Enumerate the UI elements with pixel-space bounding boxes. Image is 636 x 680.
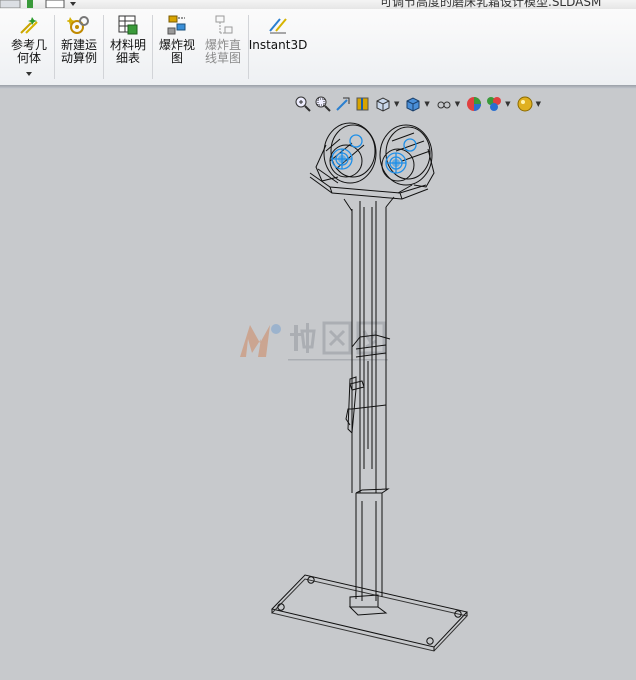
window-title: 可调节高度的磨床乳霜设计模型.SLDASM [380,0,602,9]
explode-line-sketch-icon [215,15,233,34]
explode-line-sketch-button[interactable]: 爆炸直 线草图 [200,9,246,85]
exploded-view-button[interactable]: 爆炸视 图 [155,9,199,85]
reference-geometry-button[interactable]: 参考几 何体 [6,9,52,85]
assembly-model-wireframe[interactable] [0,89,636,680]
instant3d-button[interactable]: Instant3D [248,9,308,85]
bill-of-materials-button[interactable]: 材料明 细表 [106,9,150,85]
reference-geometry-icon [20,17,38,34]
ribbon-separator [54,15,55,79]
ribbon-separator [152,15,153,79]
command-manager-ribbon: 参考几 何体 新建运 动算例 材料明 细表 爆炸视 图 爆炸直 线草图 Inst… [0,9,636,86]
quick-access-toolbar[interactable] [0,0,80,8]
instant3d-icon [269,18,287,34]
reference-geometry-label-2: 何体 [16,51,41,65]
title-bar: 可调节高度的磨床乳霜设计模型.SLDASM [0,0,636,9]
new-motion-study-label-2: 动算例 [60,51,97,65]
exploded-view-label-2: 图 [170,51,183,65]
graphics-area[interactable]: ▼ ▼ ▼ ▼ ▼ [0,89,636,680]
chevron-down-icon[interactable] [25,71,33,77]
new-motion-study-button[interactable]: 新建运 动算例 [57,9,101,85]
ribbon-separator [103,15,104,79]
bill-of-materials-label-2: 细表 [115,51,140,65]
instant3d-label: Instant3D [248,38,308,52]
explode-line-sketch-label-2: 线草图 [204,51,241,65]
bill-of-materials-icon [118,15,138,35]
exploded-view-icon [167,15,186,35]
new-motion-study-icon [67,16,89,34]
